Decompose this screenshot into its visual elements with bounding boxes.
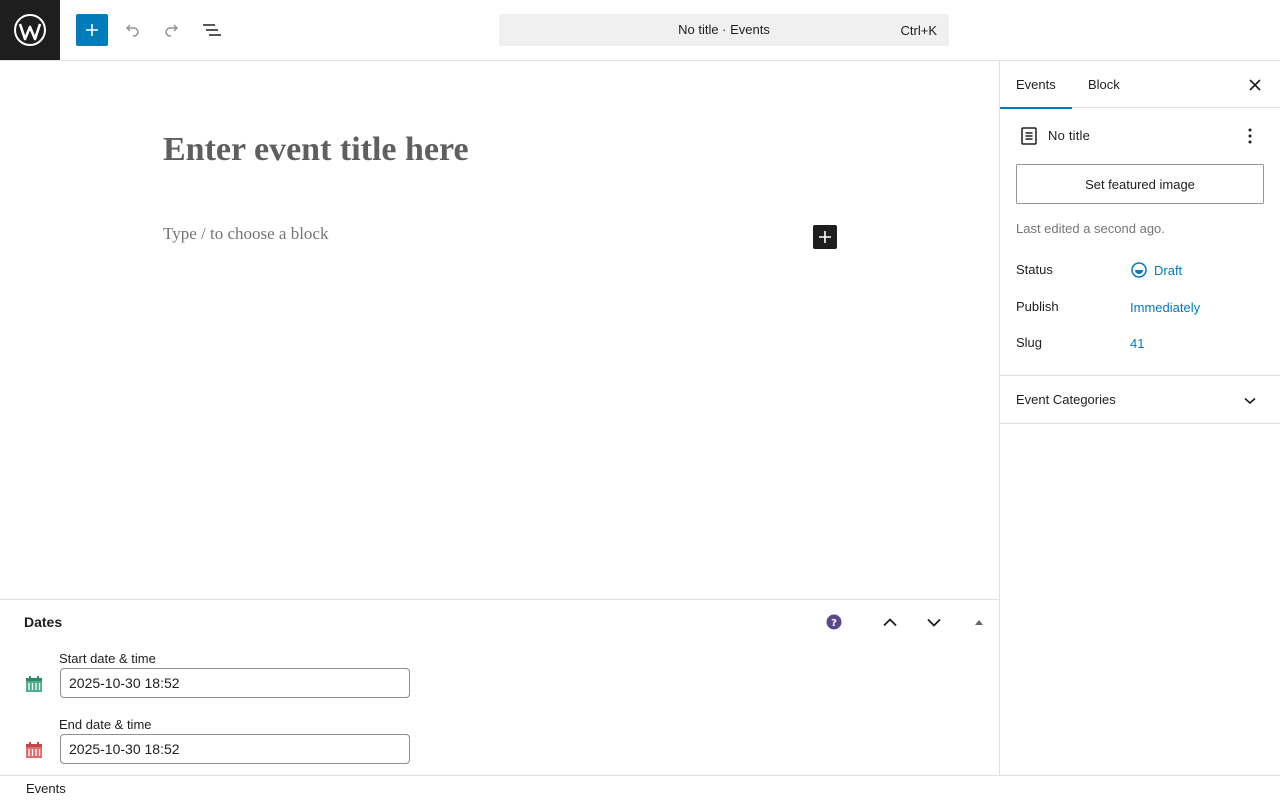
- dates-meta-box: Dates ? Start date & time End date & tim…: [0, 599, 999, 775]
- chevron-up-icon: [883, 617, 897, 626]
- post-card-title: No title: [1048, 128, 1091, 143]
- undo-icon: [125, 24, 139, 37]
- post-document-icon: [1021, 127, 1037, 145]
- wordpress-logo[interactable]: [0, 0, 60, 60]
- sidebar-tabs: Events Block: [1000, 61, 1280, 109]
- command-palette-bar[interactable]: No title · Events Ctrl+K: [499, 14, 949, 46]
- tab-block[interactable]: Block: [1088, 61, 1120, 108]
- block-inserter-button[interactable]: [76, 14, 108, 46]
- move-down-button[interactable]: [922, 610, 946, 634]
- editor-canvas: Enter event title here Type / to choose …: [0, 61, 999, 600]
- slug-label: Slug: [1016, 335, 1043, 350]
- close-icon: [1249, 79, 1261, 91]
- more-vertical-icon: [1248, 128, 1252, 144]
- document-overview-icon: [203, 24, 221, 36]
- last-edited-text: Last edited a second ago.: [1016, 221, 1165, 236]
- help-button[interactable]: ?: [822, 610, 846, 634]
- wordpress-logo-icon: [14, 14, 46, 46]
- slug-value-button[interactable]: 41: [1130, 336, 1144, 351]
- chevron-down-icon: [1244, 397, 1256, 405]
- end-date-label: End date & time: [59, 717, 152, 732]
- close-sidebar-button[interactable]: [1243, 73, 1267, 97]
- document-overview-button[interactable]: [196, 14, 228, 46]
- status-value-button[interactable]: Draft: [1154, 263, 1182, 278]
- event-categories-expand-button[interactable]: [1238, 389, 1262, 413]
- tab-events[interactable]: Events: [1000, 61, 1072, 109]
- divider: [1000, 375, 1280, 376]
- svg-text:?: ?: [831, 618, 837, 629]
- status-label: Status: [1016, 262, 1053, 277]
- calendar-end-icon: [26, 742, 42, 758]
- collapse-panel-button[interactable]: [967, 610, 991, 634]
- block-breadcrumb-bar: Events: [0, 775, 1280, 800]
- inline-block-inserter-button[interactable]: [813, 225, 837, 249]
- publish-label: Publish: [1016, 299, 1059, 314]
- calendar-start-icon: [26, 676, 42, 692]
- document-title: No title · Events: [678, 22, 770, 37]
- default-block-appender[interactable]: Type / to choose a block: [163, 224, 328, 244]
- move-up-button[interactable]: [878, 610, 902, 634]
- plus-icon: [86, 24, 98, 36]
- editor-header: No title · Events Ctrl+K: [0, 0, 1280, 61]
- start-date-label: Start date & time: [59, 651, 156, 666]
- post-title-input[interactable]: Enter event title here: [163, 131, 469, 169]
- settings-sidebar: Events Block No title Set featured image…: [999, 61, 1280, 775]
- end-date-input[interactable]: [60, 734, 410, 764]
- redo-button[interactable]: [156, 14, 188, 46]
- plus-icon: [819, 231, 831, 243]
- set-featured-image-button[interactable]: Set featured image: [1016, 164, 1264, 204]
- start-date-input[interactable]: [60, 668, 410, 698]
- undo-button[interactable]: [116, 14, 148, 46]
- triangle-up-icon: [975, 619, 983, 625]
- event-categories-panel-toggle[interactable]: Event Categories: [1016, 392, 1116, 407]
- chevron-down-icon: [927, 618, 941, 627]
- breadcrumb-item[interactable]: Events: [26, 781, 66, 796]
- keyboard-shortcut: Ctrl+K: [900, 23, 937, 38]
- post-actions-button[interactable]: [1238, 124, 1262, 148]
- redo-icon: [165, 24, 179, 37]
- help-icon: ?: [826, 614, 842, 630]
- draft-status-icon: [1131, 262, 1147, 278]
- meta-box-title: Dates: [24, 614, 63, 630]
- divider: [1000, 423, 1280, 424]
- publish-value-button[interactable]: Immediately: [1130, 300, 1200, 315]
